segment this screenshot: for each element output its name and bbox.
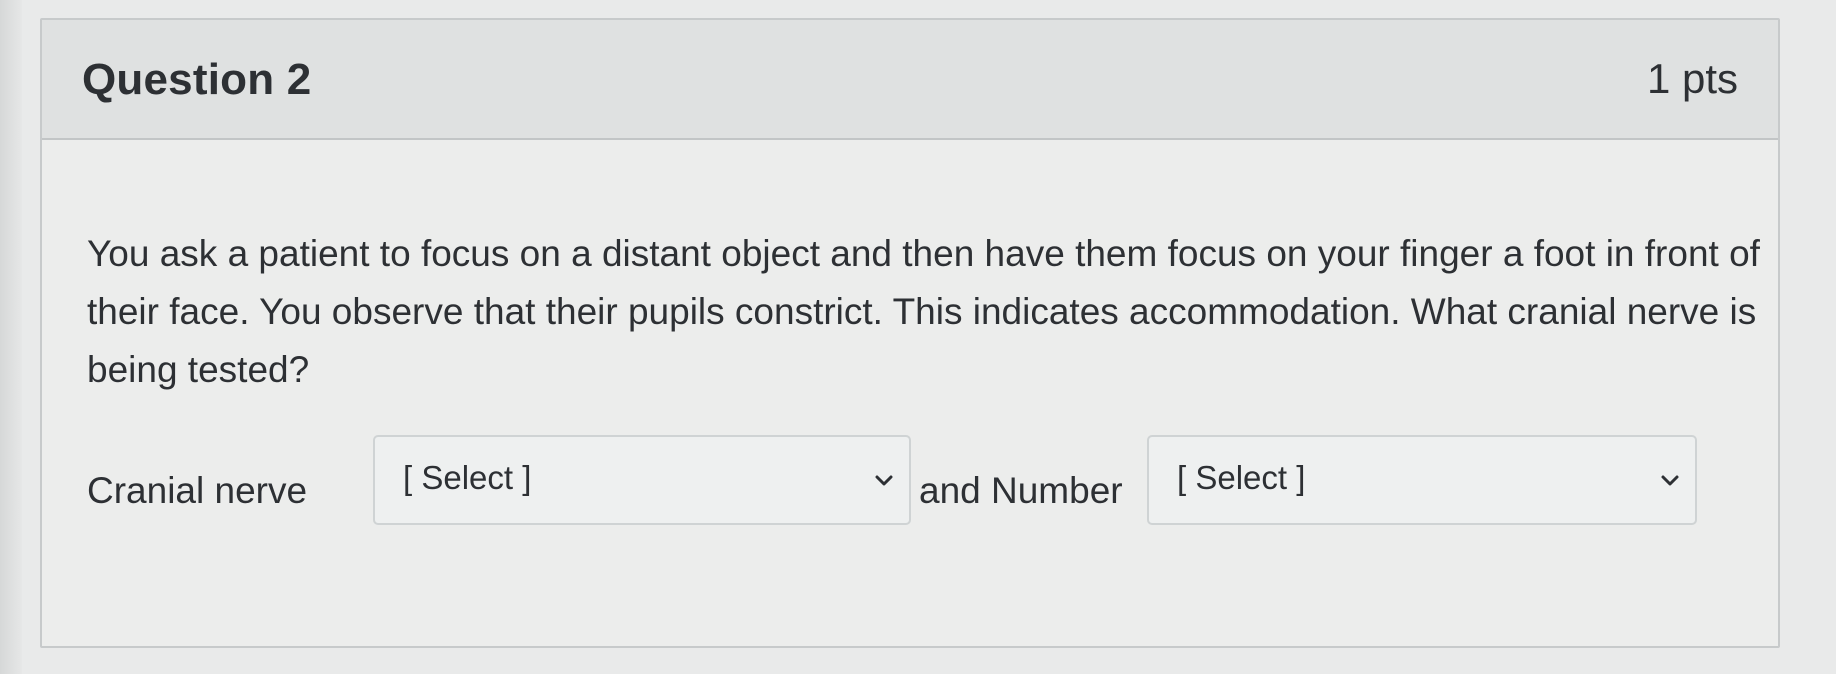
cranial-nerve-label: Cranial nerve (87, 470, 308, 511)
question-text: You ask a patient to focus on a distant … (87, 233, 1760, 390)
cranial-nerve-select[interactable]: [ Select ] (373, 435, 911, 525)
question-header: Question 2 1 pts (42, 20, 1778, 140)
question-points: 1 pts (1646, 55, 1738, 102)
question-card: Question 2 1 pts You ask a patient to fo… (40, 18, 1780, 648)
answer-row: Cranial nerve [ Select ] and Number [ Se… (87, 435, 1737, 531)
chevron-down-icon (875, 475, 893, 486)
number-select-value: [ Select ] (1177, 459, 1306, 496)
cranial-nerve-select-value: [ Select ] (403, 459, 532, 496)
number-label: and Number (919, 470, 1123, 511)
number-select[interactable]: [ Select ] (1147, 435, 1697, 525)
chevron-down-icon (1661, 475, 1679, 486)
screen-edge (0, 0, 22, 674)
question-title: Question 2 (82, 55, 312, 104)
